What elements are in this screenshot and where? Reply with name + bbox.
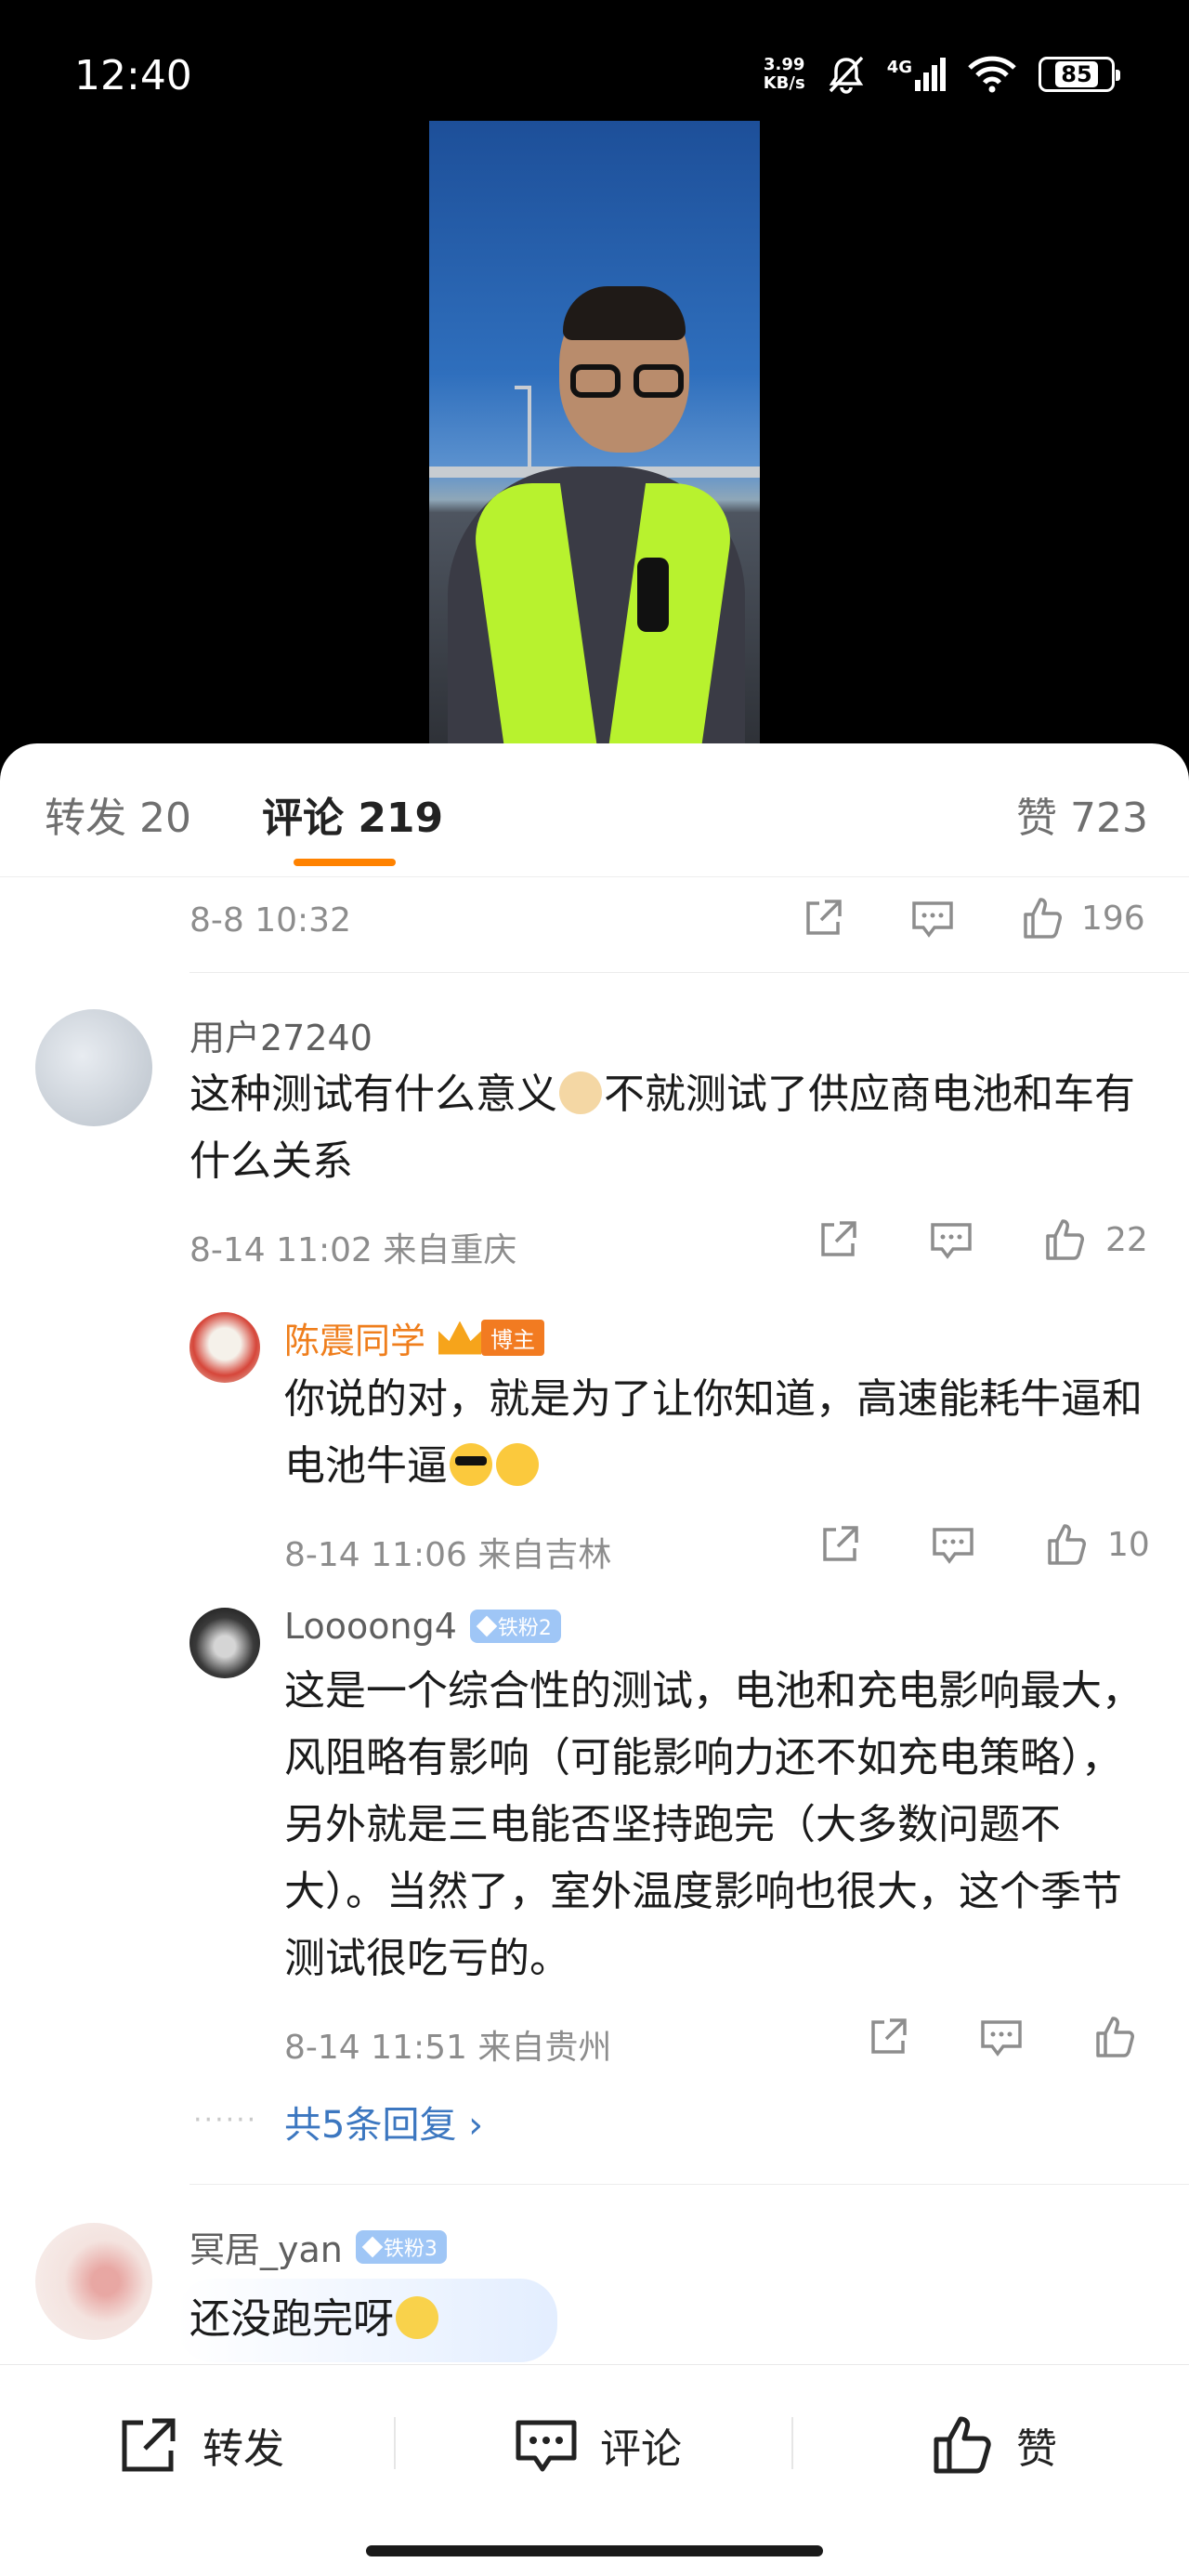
more-replies-link[interactable]: 共5条回复 ›	[284, 2095, 483, 2149]
reply-text: 你说的对，就是为了让你知道，高速能耗牛逼和电池牛逼	[284, 1375, 1143, 1490]
tab-repost[interactable]: 转发 20	[45, 784, 191, 844]
reply-username[interactable]: 陈震同学	[284, 1312, 425, 1363]
status-bar: 12:40 3.99 KB/s 4G 85	[0, 0, 1189, 121]
like-button[interactable]: 22	[1040, 1216, 1148, 1264]
avatar[interactable]	[189, 1608, 260, 1678]
cell-signal-icon: 4G	[887, 58, 946, 91]
share-icon[interactable]	[799, 894, 847, 942]
wifi-icon	[968, 56, 1016, 93]
fan-badge: 铁粉2	[469, 1610, 561, 1643]
comment-icon	[516, 2420, 577, 2472]
like-button[interactable]: 赞	[929, 2412, 1057, 2478]
comment-username[interactable]: 用户27240	[189, 1009, 372, 1060]
like-button[interactable]	[1091, 2013, 1156, 2061]
reply-author: Loooong4 铁粉2	[284, 1606, 561, 1647]
share-icon[interactable]	[814, 1216, 862, 1264]
like-button[interactable]: 196	[1018, 894, 1145, 942]
comment-time: 8-14 11:02 来自重庆	[189, 1231, 517, 1269]
reply-icon[interactable]	[908, 894, 957, 942]
comment-sheet: 转发 20 评论 219 赞 723 8-8 10:32 196 用户27240…	[0, 743, 1189, 2576]
tab-comment[interactable]: 评论 219	[262, 784, 443, 844]
thumbs-up-icon	[1096, 2017, 1134, 2057]
network-speed: 3.99 KB/s	[763, 55, 805, 93]
mute-bell-icon	[829, 56, 863, 94]
comment-button[interactable]: 评论	[513, 2412, 682, 2478]
share-icon[interactable]	[864, 2013, 912, 2061]
comment-actions: 196	[799, 894, 1145, 942]
diamond-icon	[476, 1615, 498, 1637]
status-icons: 3.99 KB/s 4G 85	[763, 54, 1120, 95]
tab-bar: 转发 20 评论 219 赞 723	[0, 743, 1189, 877]
comment-username[interactable]: 冥居_yan	[189, 2221, 343, 2272]
reply-time: 8-14 11:51 来自贵州	[284, 2029, 612, 2067]
reply-username[interactable]: Loooong4	[284, 1606, 457, 1647]
comment-actions: 22	[814, 1216, 1148, 1264]
avatar[interactable]	[35, 1009, 152, 1126]
thumbs-up-icon	[1048, 1524, 1086, 1565]
comment-text: 这种测试有什么意义 不就测试了供应商电池和车有什么关系	[189, 1071, 1135, 1185]
repost-button[interactable]: 转发	[115, 2412, 284, 2478]
home-indicator[interactable]	[366, 2545, 823, 2556]
avatar[interactable]	[189, 1312, 260, 1383]
reply-text: 这是一个综合性的测试，电池和充电影响最大，风阻略有影响（可能影响力还不如充电策略…	[284, 1667, 1143, 1982]
reply-icon[interactable]	[927, 1216, 975, 1264]
diamond-icon	[361, 2236, 384, 2257]
thumbs-up-icon	[934, 2416, 991, 2474]
dotted-line: ······	[193, 2104, 258, 2136]
share-icon[interactable]	[816, 1520, 864, 1569]
avatar[interactable]	[35, 2223, 152, 2340]
doge-emoji-icon	[559, 1071, 602, 1114]
crown-icon	[438, 1321, 482, 1355]
comment-time: 8-8 10:32	[189, 901, 351, 940]
bottom-action-bar: 转发 评论 赞	[0, 2364, 1189, 2576]
comment-text: 还没跑完呀	[189, 2286, 1156, 2353]
fan-badge: 铁粉3	[355, 2229, 447, 2264]
reply-icon[interactable]	[929, 1520, 977, 1569]
like-button[interactable]: 10	[1042, 1520, 1150, 1569]
cool-emoji-icon	[450, 1443, 492, 1486]
laugh-cry-emoji-icon	[396, 2296, 438, 2339]
status-time: 12:40	[74, 52, 192, 99]
video-player[interactable]	[429, 121, 760, 753]
author-badge: 博主	[438, 1320, 545, 1357]
reply-author: 陈震同学 博主	[284, 1312, 545, 1363]
comment-author: 冥居_yan 铁粉3	[189, 2221, 447, 2272]
tab-like[interactable]: 赞 723	[1016, 784, 1148, 844]
battery-icon: 85	[1039, 57, 1120, 92]
thumbs-up-icon	[1024, 898, 1062, 939]
share-icon	[122, 2418, 176, 2472]
tab-active-indicator	[294, 859, 396, 866]
thumbs-up-icon	[1046, 1219, 1084, 1260]
thinking-emoji-icon	[496, 1443, 539, 1486]
reply-time: 8-14 11:06 来自吉林	[284, 1536, 612, 1574]
reply-icon[interactable]	[977, 2013, 1026, 2061]
reply-actions: 10	[816, 1520, 1150, 1569]
reply-actions	[864, 2013, 1156, 2061]
